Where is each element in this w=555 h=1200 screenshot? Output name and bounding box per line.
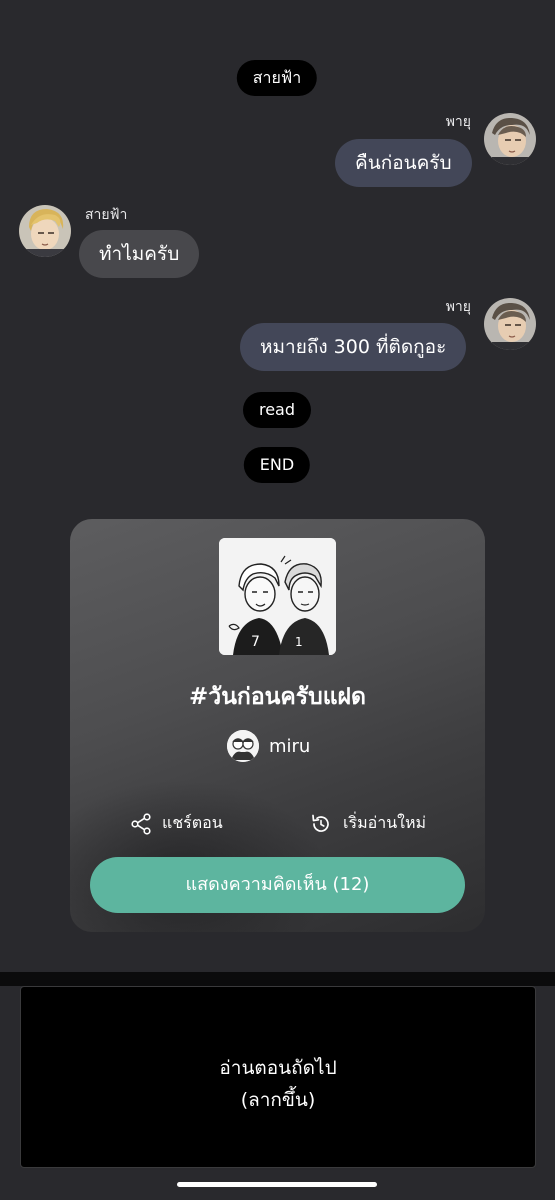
share-icon <box>131 812 151 835</box>
avatar-saifah-image <box>19 205 71 257</box>
avatar-payu[interactable] <box>484 113 536 165</box>
home-indicator[interactable] <box>177 1182 377 1187</box>
speaker-name-payu-2: พายุ <box>445 299 471 315</box>
restart-icon <box>312 814 329 832</box>
message-bubble-2: ทำไมครับ <box>79 230 200 278</box>
svg-text:7: 7 <box>251 634 260 650</box>
avatar-payu-2[interactable] <box>484 298 536 350</box>
next-episode-panel[interactable]: อ่านตอนถัดไป (ลากขึ้น) <box>20 986 536 1168</box>
avatar-saifah[interactable] <box>19 205 71 257</box>
message-bubble-3: หมายถึง 300 ที่ติดกูอะ <box>240 323 467 371</box>
speaker-name-saifah: สายฟ้า <box>85 207 128 223</box>
message-bubble-1: คืนก่อนครับ <box>335 139 472 187</box>
episode-end-card: 7 1 #วันก่อนครับแฝด miru แชร์ตอน เริ่มอ่… <box>70 519 485 932</box>
next-episode-label: อ่านตอนถัดไป <box>219 1057 337 1079</box>
share-episode-label: แชร์ตอน <box>162 813 223 832</box>
chat-story-screen: สายฟ้า พายุ คืนก่อนครับ สายฟ้า ทำไมครับ … <box>0 0 555 1200</box>
avatar-payu-image-2 <box>484 298 536 350</box>
restart-reading-label: เริ่มอ่านใหม่ <box>343 813 427 832</box>
speaker-name-payu: พายุ <box>445 114 471 130</box>
section-divider <box>0 972 555 986</box>
episode-title: #วันก่อนครับแฝด <box>189 684 366 710</box>
restart-reading-button[interactable]: เริ่มอ่านใหม่ <box>309 811 426 836</box>
share-episode-button[interactable]: แชร์ตอน <box>130 811 223 836</box>
swipe-up-hint: (ลากขึ้น) <box>240 1089 316 1111</box>
chapter-header-pill: สายฟ้า <box>236 60 318 96</box>
avatar-payu-image <box>484 113 536 165</box>
author-row[interactable]: miru <box>227 730 310 762</box>
episode-cover-image[interactable]: 7 1 <box>219 538 336 655</box>
read-pill: read <box>242 392 312 428</box>
cover-illustration: 7 1 <box>219 538 336 655</box>
author-avatar-image <box>227 730 259 762</box>
author-avatar <box>227 730 259 762</box>
end-pill: END <box>243 447 311 483</box>
svg-text:1: 1 <box>295 635 303 649</box>
author-name: miru <box>269 735 311 757</box>
show-comments-button[interactable]: แสดงความคิดเห็น (12) <box>90 857 465 913</box>
